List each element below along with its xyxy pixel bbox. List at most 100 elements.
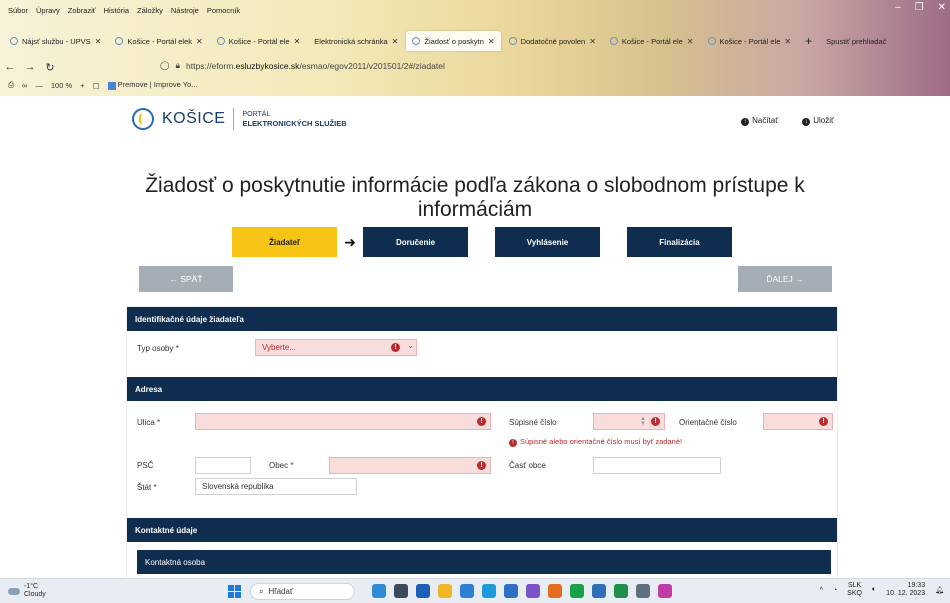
city-part-input[interactable] (593, 457, 721, 474)
print-icon[interactable]: ⎙ (8, 80, 14, 90)
word-icon[interactable] (504, 584, 518, 598)
arrow-right-icon: ➜ (344, 233, 356, 250)
app-icon[interactable] (482, 584, 496, 598)
app-icon[interactable] (460, 584, 474, 598)
tab-close-icon[interactable]: ✕ (392, 37, 399, 46)
error-icon: ! (819, 417, 828, 426)
page-title: Žiadosť o poskytnutie informácie podľa z… (145, 174, 805, 221)
tab-upvs[interactable]: Nájsť službu - UPVS ✕ (4, 31, 107, 51)
menu-item-bookmarks[interactable]: Záložky (137, 6, 163, 15)
tab-kosice-1[interactable]: Košice - Portál elek ✕ (109, 31, 208, 51)
validation-error: ! Súpisné alebo orientačné číslo musí byť… (509, 437, 682, 447)
app-icon[interactable] (416, 584, 430, 598)
tab-ziadost-active[interactable]: Žiadosť o poskytn ✕ (406, 31, 501, 51)
step-ziadatel[interactable]: Žiadateľ (232, 227, 337, 257)
excel-icon[interactable] (614, 584, 628, 598)
reload-icon[interactable]: ↻ (40, 61, 60, 74)
back-arrow-icon[interactable]: ← (0, 61, 20, 73)
tab-favicon-icon (216, 37, 225, 45)
tab-dodatocne[interactable]: Dodatočné povolen ✕ (503, 31, 602, 51)
tab-close-icon[interactable]: ✕ (589, 37, 596, 46)
app-icon[interactable] (658, 584, 672, 598)
tab-favicon-icon (707, 37, 716, 45)
psc-input[interactable] (195, 457, 251, 474)
back-button[interactable]: ← SPÄŤ (139, 266, 233, 292)
sup-number-label: Súpisné číslo (509, 418, 557, 427)
xbox-icon[interactable] (570, 584, 584, 598)
volume-icon[interactable]: 🔈︎ (872, 586, 876, 594)
step-dorucenie[interactable]: Doručenie (363, 227, 468, 257)
state-input[interactable]: Slovenská republika (195, 478, 357, 495)
tab-label: Košice - Portál elek (127, 36, 192, 46)
tab-label: Elektronická schránka (314, 36, 388, 46)
tab-schranka[interactable]: Elektronická schránka ✕ (308, 31, 404, 51)
address-bar[interactable]: ◯ 🔒︎ https://eform.esluzbykosice.sk/esma… (160, 60, 445, 71)
taskbar-search[interactable]: ⌕ Hľadať (250, 583, 355, 600)
maximize-icon[interactable]: ❐ (915, 2, 924, 13)
person-type-label: Typ osoby * (137, 344, 179, 353)
step-vyhlasenie[interactable]: Vyhlásenie (495, 227, 600, 257)
menu-item-edit[interactable]: Úpravy (36, 6, 60, 15)
app-icon[interactable] (526, 584, 540, 598)
app-icon[interactable] (372, 584, 386, 598)
tab-kosice-3[interactable]: Košice - Portál ele ✕ (604, 31, 700, 51)
tab-close-icon[interactable]: ✕ (196, 37, 203, 46)
calculator-icon[interactable] (636, 584, 650, 598)
tab-strip: Nájsť službu - UPVS ✕ Košice - Portál ele… (4, 30, 946, 52)
tab-close-icon[interactable]: ✕ (488, 37, 495, 46)
windows-start-icon[interactable] (228, 585, 241, 598)
step-finalizacia[interactable]: Finalizácia (627, 227, 732, 257)
app-icon[interactable] (394, 584, 408, 598)
tab-kosice-2[interactable]: Košice - Portál ele ✕ (211, 31, 307, 51)
zoom-level[interactable]: 100 % (51, 81, 72, 90)
bookmark-item[interactable]: Premove | Improve Yo... (107, 80, 198, 90)
orient-number-input[interactable]: ! (763, 413, 833, 430)
weather-widget[interactable]: -1°C Cloudy (8, 583, 46, 599)
bookmark-folder-icon[interactable]: ▢ (93, 81, 100, 90)
person-type-select[interactable]: Vyberte... ! ⌄ (255, 339, 417, 356)
tab-kosice-4[interactable]: Košice - Portál ele ✕ (702, 31, 798, 51)
sup-number-input[interactable]: ▲ ▼ ! (593, 413, 665, 430)
section-address-header: Adresa (127, 377, 837, 401)
close-icon[interactable]: ✕ (938, 2, 946, 13)
tab-close-icon[interactable]: ✕ (95, 37, 102, 46)
language-indicator[interactable]: SLK SKQ (847, 582, 862, 598)
glasses-icon[interactable]: ∞ (22, 81, 27, 90)
zoom-in-icon[interactable]: + (80, 81, 84, 90)
menu-item-help[interactable]: Pomocník (207, 6, 240, 15)
tab-label: Dodatočné povolen (520, 36, 586, 46)
portal-logo[interactable]: KOŠICE PORTÁL ELEKTRONICKÝCH SLUŽIEB (132, 108, 347, 130)
firefox-icon[interactable] (548, 584, 562, 598)
street-input[interactable]: ! (195, 413, 491, 430)
tab-label: Nájsť službu - UPVS (22, 36, 91, 46)
next-button[interactable]: ĎALEJ → (738, 266, 832, 292)
tab-close-icon[interactable]: ✕ (784, 37, 791, 46)
menu-item-tools[interactable]: Nástroje (171, 6, 199, 15)
notification-icon[interactable]: 🔔︎ (935, 586, 944, 594)
city-input[interactable]: ! (329, 457, 491, 474)
side-tab[interactable]: Spustiť prehliadač (820, 31, 892, 51)
zoom-out-icon[interactable]: — (35, 81, 43, 90)
menu-item-file[interactable]: Súbor (8, 6, 28, 15)
state-label: Štát * (137, 483, 157, 492)
tab-close-icon[interactable]: ✕ (687, 37, 694, 46)
bookmark-favicon-icon (107, 81, 116, 90)
load-button[interactable]: ↑ Načítať (741, 116, 778, 126)
tray-chevron-icon[interactable]: ^ (820, 587, 823, 594)
forward-arrow-icon[interactable]: → (20, 61, 40, 73)
network-icon[interactable]: ◔ (833, 587, 837, 594)
lock-icon: 🔒︎ (175, 60, 181, 70)
error-icon: ! (477, 461, 486, 470)
tab-label: Košice - Portál ele (621, 36, 683, 46)
clock[interactable]: 19:33 10. 12. 2023 (886, 582, 925, 598)
menu-item-view[interactable]: Zobraziť (68, 6, 96, 15)
folder-icon[interactable] (438, 584, 452, 598)
tab-close-icon[interactable]: ✕ (294, 37, 301, 46)
menu-item-history[interactable]: História (104, 6, 129, 15)
minimize-icon[interactable]: – (895, 2, 901, 13)
save-button[interactable]: ↓ Uložiť (802, 116, 834, 126)
new-tab-button[interactable]: + (799, 31, 818, 51)
error-icon: ! (477, 417, 486, 426)
spinner-icon[interactable]: ▲ ▼ (640, 416, 646, 427)
app-icon[interactable] (592, 584, 606, 598)
